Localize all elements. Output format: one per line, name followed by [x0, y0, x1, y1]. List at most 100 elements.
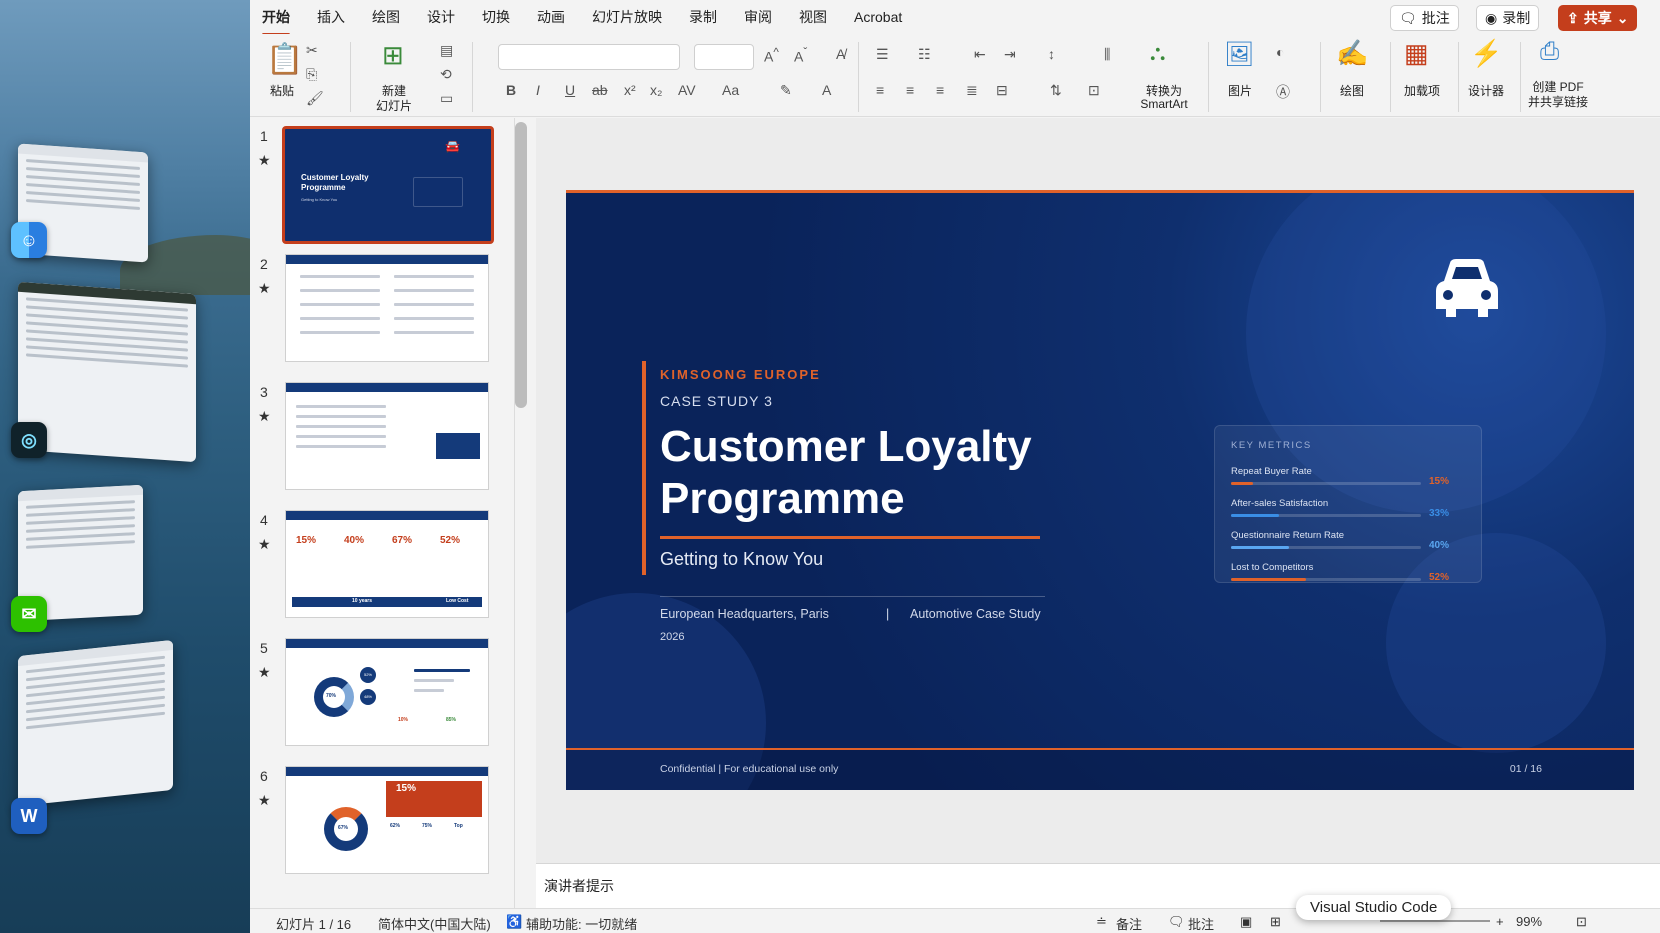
- thumb-title: Customer Demographics: [294, 648, 354, 654]
- char-spacing-button[interactable]: AV: [678, 82, 696, 98]
- tab-design[interactable]: 设计: [427, 3, 455, 31]
- tab-transitions[interactable]: 切换: [482, 3, 510, 31]
- tab-view[interactable]: 视图: [799, 3, 827, 31]
- slide-thumbnail-1[interactable]: Customer Loyalty Programme Getting to Kn…: [282, 126, 494, 244]
- copy-icon[interactable]: ⎘: [306, 66, 317, 83]
- thumb-stat: 48%: [360, 689, 376, 705]
- thumb-number: 3: [260, 384, 268, 400]
- bold-button[interactable]: B: [506, 82, 516, 98]
- comment-button[interactable]: 🗨 批注: [1390, 5, 1459, 31]
- font-color-icon[interactable]: A: [822, 82, 831, 98]
- italic-button[interactable]: I: [536, 82, 540, 98]
- align-right-icon[interactable]: ≡: [936, 82, 944, 98]
- normal-view-icon[interactable]: ▣: [1240, 914, 1252, 930]
- current-slide[interactable]: KIMSOONG EUROPE CASE STUDY 3 Customer Lo…: [566, 190, 1634, 790]
- decrease-font-icon[interactable]: Aˇ: [794, 46, 807, 65]
- slide-thumbnail-3[interactable]: About Kimsoong: [285, 382, 489, 490]
- change-case-button[interactable]: Aa: [722, 82, 739, 98]
- reset-icon[interactable]: ⟲: [440, 66, 452, 83]
- new-slide-icon[interactable]: ⊞: [382, 40, 404, 71]
- layout-icon[interactable]: ▤: [440, 42, 453, 59]
- zoom-slider[interactable]: [1380, 920, 1490, 922]
- thumb-number: 1: [260, 128, 268, 144]
- font-size-dropdown[interactable]: [694, 44, 754, 70]
- outdent-icon[interactable]: ⇤: [974, 46, 986, 63]
- zoom-level[interactable]: 99%: [1516, 914, 1542, 929]
- year-text: 2026: [660, 631, 685, 643]
- addins-icon[interactable]: ▦: [1404, 38, 1429, 69]
- picture-icon[interactable]: 🖼: [1224, 40, 1254, 69]
- textbox-icon[interactable]: Ⓐ: [1276, 82, 1290, 102]
- line-spacing-icon[interactable]: ↕: [1048, 46, 1055, 62]
- justify-icon[interactable]: ≣: [966, 82, 978, 99]
- slide-thumbnail-6[interactable]: Income Profile & Repeat Purchase Rate 15…: [285, 766, 489, 874]
- finder-icon[interactable]: ☺: [11, 222, 47, 258]
- numbering-icon[interactable]: ☷: [918, 46, 931, 63]
- format-painter-icon[interactable]: 🖌: [306, 90, 324, 107]
- highlight-icon[interactable]: ✎: [780, 82, 792, 99]
- category-text: Automotive Case Study: [910, 607, 1041, 621]
- align-center-icon[interactable]: ≡: [906, 82, 914, 98]
- tab-animations[interactable]: 动画: [537, 3, 565, 31]
- draw-icon[interactable]: ✍: [1336, 38, 1368, 69]
- subscript-button[interactable]: x₂: [650, 82, 662, 98]
- strikethrough-button[interactable]: ab: [592, 82, 608, 98]
- section-icon[interactable]: ▭: [440, 90, 453, 107]
- accent-bar: [642, 361, 646, 575]
- word-icon[interactable]: W: [11, 798, 47, 834]
- align-text-icon[interactable]: ⊡: [1088, 82, 1100, 99]
- speaker-notes-pane[interactable]: 演讲者提示: [536, 863, 1660, 908]
- language-status[interactable]: 简体中文(中国大陆): [378, 914, 491, 933]
- align-left-icon[interactable]: ≡: [876, 82, 884, 98]
- slide-thumbnail-2[interactable]: Agenda: [285, 254, 489, 362]
- increase-font-icon[interactable]: A^: [764, 46, 779, 65]
- shapes-icon[interactable]: ◐: [1276, 44, 1284, 60]
- metric-bar: [1231, 482, 1253, 485]
- slide-thumbnail-5[interactable]: Customer Demographics 70% 52% 48% 10% 85…: [285, 638, 489, 746]
- draw-label: 绘图: [1339, 84, 1364, 98]
- tab-home[interactable]: 开始: [262, 3, 290, 36]
- tab-acrobat[interactable]: Acrobat: [854, 5, 902, 29]
- metric-row: After-sales Satisfaction 33%: [1231, 498, 1449, 519]
- tab-review[interactable]: 审阅: [744, 3, 772, 31]
- stage-window-4[interactable]: [18, 639, 173, 807]
- share-button-label: 共享: [1583, 10, 1612, 26]
- metric-value: 33%: [1428, 508, 1449, 519]
- indent-icon[interactable]: ⇥: [1004, 46, 1016, 63]
- paste-icon[interactable]: 📋: [266, 42, 303, 77]
- slide-title: Customer Loyalty Programme: [660, 421, 1080, 525]
- app-swirl-icon[interactable]: ◎: [11, 422, 47, 458]
- superscript-button[interactable]: x²: [624, 82, 636, 98]
- smartart-icon[interactable]: ⛬: [1150, 40, 1165, 66]
- tab-draw[interactable]: 绘图: [372, 3, 400, 31]
- thumbnail-scrollbar[interactable]: [515, 122, 527, 408]
- bullets-icon[interactable]: ☰: [876, 46, 889, 63]
- slide-thumbnail-4[interactable]: The Loyalty Problem 15% 40% 67% 52% 10 y…: [285, 510, 489, 618]
- tab-insert[interactable]: 插入: [317, 3, 345, 31]
- thumb-subtitle: Getting to Know You: [301, 197, 338, 202]
- cut-icon[interactable]: ✂: [306, 42, 318, 59]
- sorter-view-icon[interactable]: ⊞: [1270, 914, 1281, 930]
- fit-slide-icon[interactable]: ⊡: [1576, 914, 1587, 930]
- wechat-icon[interactable]: ✉: [11, 596, 47, 632]
- share-button[interactable]: ⇪ 共享 ⌄: [1558, 5, 1638, 31]
- create-pdf-icon[interactable]: ⎙: [1540, 38, 1559, 66]
- tab-record[interactable]: 录制: [689, 3, 717, 31]
- comments-toggle[interactable]: 批注: [1188, 914, 1214, 933]
- tab-slideshow[interactable]: 幻灯片放映: [592, 3, 662, 31]
- footer-page-number: 01 / 16: [1509, 763, 1542, 775]
- thumb-title: Customer Loyalty Programme: [301, 173, 369, 192]
- underline-button[interactable]: U: [565, 82, 575, 98]
- font-family-dropdown[interactable]: [498, 44, 680, 70]
- accessibility-status[interactable]: 辅助功能: 一切就绪: [526, 914, 637, 933]
- clear-format-icon[interactable]: A̸: [836, 46, 845, 62]
- zoom-in-icon[interactable]: +: [1496, 914, 1504, 929]
- record-button[interactable]: ◉ 录制: [1476, 5, 1540, 31]
- text-direction-icon[interactable]: ⇅: [1050, 82, 1062, 99]
- thumb-stat: 67%: [338, 825, 349, 831]
- metric-track: [1231, 482, 1421, 485]
- notes-toggle[interactable]: 备注: [1116, 914, 1142, 933]
- designer-icon[interactable]: ⚡: [1470, 38, 1502, 69]
- columns-icon[interactable]: ⫼: [1104, 46, 1110, 63]
- distribute-icon[interactable]: ⊟: [996, 82, 1008, 99]
